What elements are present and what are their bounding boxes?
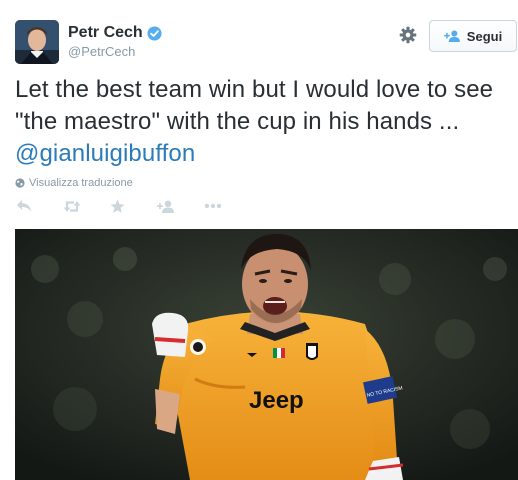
user-name[interactable]: Petr Cech (68, 24, 143, 42)
favorite-icon (110, 199, 125, 213)
favorite-button[interactable] (110, 197, 157, 215)
tweet-text: Let the best team win but I would love t… (15, 74, 515, 170)
mention-link[interactable]: @gianluigibuffon (15, 140, 195, 167)
follow-button-label: Segui (466, 28, 503, 44)
retweet-icon (63, 200, 81, 212)
shirt-sponsor-text: Jeep (249, 387, 304, 414)
more-icon (204, 203, 222, 209)
avatar-image (15, 20, 59, 64)
reply-button[interactable] (16, 197, 63, 215)
follow-button[interactable]: Segui (429, 20, 517, 52)
more-button[interactable] (204, 197, 251, 215)
tweet-actions (16, 197, 251, 215)
avatar[interactable] (15, 20, 59, 64)
follow-action-button[interactable] (157, 197, 204, 215)
goalkeeper-photo: NO TO RACISM Jeep (15, 229, 518, 480)
translate-link[interactable]: Visualizza traduzione (15, 177, 133, 189)
follow-icon (157, 200, 174, 213)
globe-icon (15, 178, 25, 188)
add-user-icon (443, 30, 460, 42)
user-handle[interactable]: @PetrCech (68, 44, 162, 59)
tweet-photo[interactable]: NO TO RACISM Jeep (15, 229, 518, 480)
gear-icon[interactable] (399, 26, 417, 44)
translate-label: Visualizza traduzione (29, 177, 133, 189)
retweet-button[interactable] (63, 197, 110, 215)
verified-badge-icon (147, 25, 162, 41)
tweet-body: Let the best team win but I would love t… (15, 76, 494, 135)
user-identity: Petr Cech @PetrCech (68, 24, 162, 59)
reply-icon (17, 200, 31, 212)
